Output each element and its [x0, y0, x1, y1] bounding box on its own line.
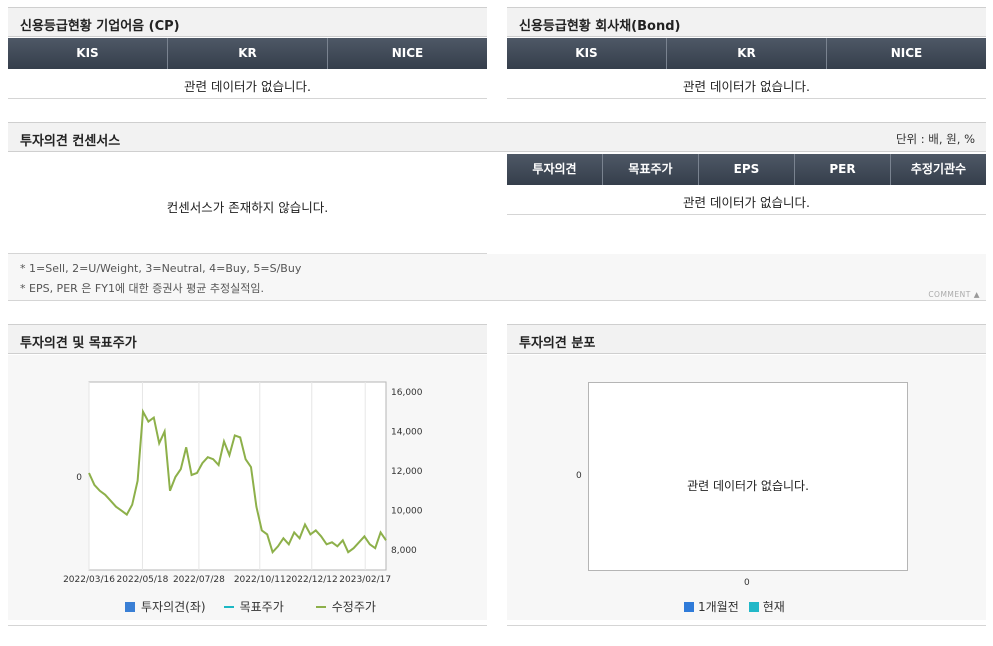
col-per: PER: [794, 154, 890, 185]
credit-bond-table-header: KIS KR NICE: [507, 38, 986, 69]
x-axis-tick: 2022/03/16: [63, 575, 115, 585]
distribution-legend: 1개월전 현재: [684, 598, 785, 615]
divider: [507, 98, 986, 99]
credit-cp-table-header: KIS KR NICE: [8, 38, 487, 69]
col-target-price: 목표주가: [602, 154, 698, 185]
col-nice: NICE: [826, 38, 986, 69]
distribution-title: 투자의견 분포: [519, 336, 596, 351]
col-nice: NICE: [327, 38, 487, 69]
divider: [507, 214, 986, 215]
distribution-x-tick: 0: [744, 578, 750, 588]
note-scale: * 1=Sell, 2=U/Weight, 3=Neutral, 4=Buy, …: [20, 262, 302, 275]
divider: [8, 98, 487, 99]
legend-price-swatch: [315, 605, 326, 608]
col-kr: KR: [167, 38, 327, 69]
right-axis-tick: 8,000: [391, 546, 417, 556]
legend-price: 수정주가: [331, 600, 376, 614]
divider: [8, 300, 986, 301]
opinion-target-title: 투자의견 및 목표주가: [20, 336, 137, 351]
opinion-target-header: 투자의견 및 목표주가: [8, 324, 487, 354]
comment-label: COMMENT: [928, 290, 971, 299]
consensus-table-header: 투자의견 목표주가 EPS PER 추정기관수: [507, 154, 986, 185]
col-kis: KIS: [8, 38, 167, 69]
col-opinion: 투자의견: [507, 154, 602, 185]
distribution-empty: 관련 데이터가 없습니다.: [687, 479, 809, 493]
col-eps: EPS: [698, 154, 794, 185]
divider: [507, 625, 986, 626]
x-axis-tick: 2022/12/12: [286, 575, 338, 585]
legend-now: 현재: [762, 600, 785, 614]
x-axis-tick: 2022/05/18: [117, 575, 169, 585]
legend-opinion-swatch: [125, 601, 135, 612]
consensus-notes: * 1=Sell, 2=U/Weight, 3=Neutral, 4=Buy, …: [8, 254, 986, 300]
right-axis-tick: 14,000: [391, 427, 423, 437]
credit-cp-empty: 관련 데이터가 없습니다.: [184, 79, 311, 94]
credit-cp-header: 신용등급현황 기업어음 (CP): [8, 7, 487, 37]
col-kr: KR: [666, 38, 826, 69]
x-axis-tick: 2023/02/17: [339, 575, 391, 585]
col-kis: KIS: [507, 38, 666, 69]
note-eps-per: * EPS, PER 은 FY1에 대한 증권사 평균 추정실적임.: [20, 282, 264, 295]
consensus-empty: 컨센서스가 존재하지 않습니다.: [166, 200, 329, 215]
right-axis-ticks: 16,000 14,000 12,000 10,000 8,000: [391, 388, 423, 556]
legend-now-swatch: [748, 601, 759, 612]
consensus-header: 투자의견 컨센서스 단위 : 배, 원, %: [8, 122, 986, 152]
credit-bond-header: 신용등급현황 회사채(Bond): [507, 7, 986, 37]
right-axis-tick: 10,000: [391, 507, 423, 517]
caret-up-icon: ▲: [973, 290, 980, 299]
col-estimators: 추정기관수: [890, 154, 986, 185]
left-axis-tick: 0: [76, 473, 82, 483]
legend-prev: 1개월전: [698, 600, 739, 614]
x-axis-ticks: 2022/03/16 2022/05/18 2022/07/28 2022/10/11…: [63, 575, 391, 585]
legend-target-swatch: [223, 605, 234, 608]
legend-opinion: 투자의견(좌): [141, 600, 206, 614]
opinion-target-legend: 투자의견(좌) 목표주가 수정주가: [125, 598, 376, 615]
opinion-target-chart: 0 16,000 14,000 12,000 10,000 8,000 2022/03/…: [63, 381, 423, 585]
right-axis-tick: 16,000: [391, 388, 423, 398]
x-axis-tick: 2022/10/11: [234, 575, 286, 585]
consensus-title: 투자의견 컨센서스: [20, 134, 121, 149]
distribution-y-tick: 0: [576, 471, 582, 481]
x-axis-tick: 2022/07/28: [173, 575, 225, 585]
distribution-plot-area: 관련 데이터가 없습니다.: [588, 382, 908, 571]
right-axis-tick: 12,000: [391, 467, 423, 477]
credit-bond-title: 신용등급현황 회사채(Bond): [519, 19, 681, 34]
consensus-table-empty: 관련 데이터가 없습니다.: [683, 195, 810, 210]
comment-toggle[interactable]: COMMENT ▲: [928, 290, 980, 299]
credit-cp-title: 신용등급현황 기업어음 (CP): [20, 19, 180, 34]
legend-target: 목표주가: [239, 600, 284, 614]
unit-label: 단위 : 배, 원, %: [895, 132, 975, 146]
credit-bond-empty: 관련 데이터가 없습니다.: [683, 79, 810, 94]
divider: [8, 625, 487, 626]
legend-prev-swatch: [684, 601, 694, 612]
distribution-header: 투자의견 분포: [507, 324, 986, 354]
